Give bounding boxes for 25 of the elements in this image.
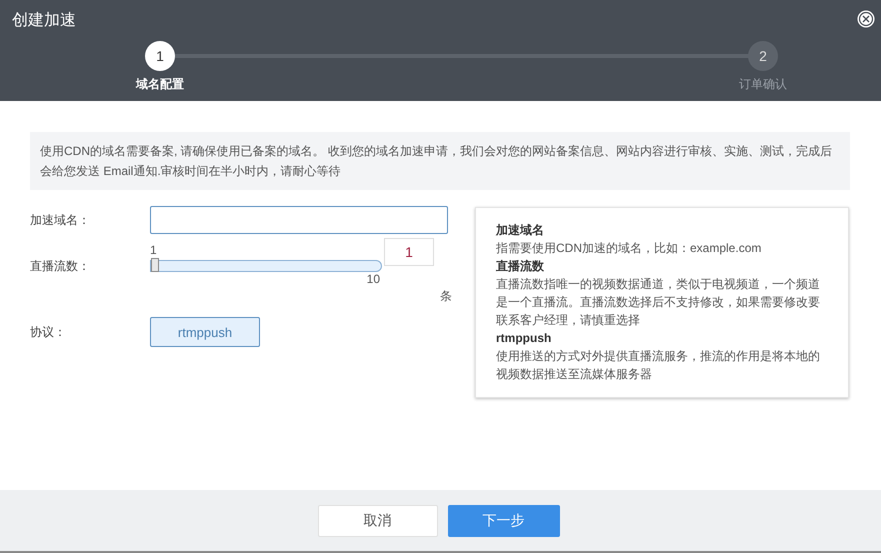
help-text: 指需要使用CDN加速的域名，比如：example.com [496,240,762,257]
slider-track[interactable] [150,260,382,272]
step-label: 订单确认 [739,76,787,93]
step-number: 2 [748,41,778,71]
help-heading: rtmppush [496,330,552,347]
help-heading: 直播流数 [496,258,545,275]
step-number: 1 [145,41,175,71]
step-label: 域名配置 [136,76,184,93]
notice-text: 使用CDN的域名需要备案, 请确保使用已备案的域名。 收到您的域名加速申请，我们会对您的网站备案信息、网站内容进行审核、实施、测试，完成后会给您发送 Email通知.审核时间在半小时内，请耐心等待 [30,132,850,190]
cancel-button[interactable]: 取消 [318,504,438,536]
slider-max-label: 10 [366,272,380,286]
help-text: 直播流数指唯一的视频数据通道，类似于电视频道，一个频道是一个直播流。直播流数选择后不支持修改，如果需要修改要联系客户经理，请慎重选择 [496,276,821,329]
protocol-option[interactable]: rtmppush [150,317,260,347]
close-icon[interactable] [857,10,875,28]
field-label: 直播流数： [30,258,91,275]
field-label: 加速域名： [30,212,91,229]
slider-thumb[interactable] [151,258,159,272]
help-heading: 加速域名 [496,222,545,239]
window-title: 创建加速 [12,10,76,31]
unit-label: 条 [440,288,452,305]
field-label: 协议： [30,324,67,341]
slider-min-label: 1 [150,242,157,258]
stream-count-field[interactable]: 1 [384,238,434,266]
domain-input[interactable] [150,206,448,234]
help-text: 使用推送的方式对外提供直播流服务，推流的作用是将本地的视频数据推送至流媒体服务器 [496,348,821,383]
